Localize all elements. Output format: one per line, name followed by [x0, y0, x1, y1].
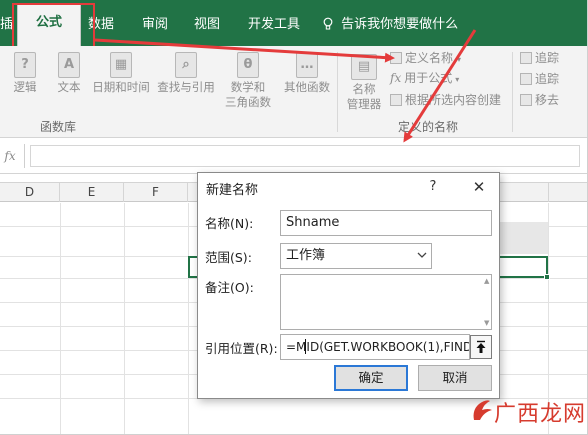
date-time-label: 日期和时间 [92, 80, 150, 94]
date-time-functions-button[interactable]: ▦ 日期和时间 [90, 52, 152, 95]
comment-textarea[interactable] [280, 274, 492, 330]
define-name-button[interactable]: 定义名称 ▾ [390, 49, 461, 69]
function-library-group-label: 函数库 [40, 120, 77, 134]
name-input[interactable]: Shname [280, 210, 492, 236]
scope-select[interactable]: 工作簿 [280, 243, 431, 269]
remove-arrows-label: 移去 [535, 93, 560, 107]
more-functions-button[interactable]: … 其他函数 [282, 52, 332, 95]
theta-icon: θ [237, 52, 259, 78]
scroll-up-icon[interactable]: ▲ [484, 277, 496, 285]
refers-to-input[interactable]: =MID(GET.WORKBOOK(1),FIND [280, 334, 470, 360]
refers-to-text-before-caret: =M [286, 340, 307, 354]
name-manager-icon: ▤ [351, 54, 377, 80]
ribbon-body: ? 逻辑 A 文本 ▦ 日期和时间 ⌕ 查找与引用 θ 数学和 三角函数 … 其… [0, 46, 587, 138]
formula-bar: fx [0, 138, 587, 174]
watermark: 广西龙网 [470, 392, 585, 430]
lookup-label: 查找与引用 [157, 80, 215, 94]
text-icon: A [58, 52, 80, 78]
scope-label: 范围(S): [205, 250, 252, 265]
define-name-label: 定义名称 [405, 51, 454, 65]
tell-me-text: 告诉我你想要做什么 [341, 17, 459, 32]
defined-names-group-label: 定义的名称 [398, 120, 459, 134]
more-functions-icon: … [296, 52, 318, 78]
formula-input[interactable] [30, 145, 580, 167]
text-label: 文本 [57, 80, 81, 94]
help-icon[interactable]: ? [424, 177, 442, 197]
ok-button[interactable]: 确定 [334, 365, 408, 391]
lookup-icon: ⌕ [175, 52, 197, 78]
text-functions-button[interactable]: A 文本 [52, 52, 86, 95]
watermark-logo-icon [473, 400, 492, 420]
scope-dropdown-button[interactable] [413, 243, 432, 269]
chevron-down-icon: ▾ [457, 55, 462, 64]
refers-to-label: 引用位置(R): [205, 341, 278, 356]
formula-bar-separator [24, 144, 25, 168]
lookup-reference-button[interactable]: ⌕ 查找与引用 [155, 52, 217, 95]
tab-review[interactable]: 审阅 [142, 14, 168, 36]
cancel-button[interactable]: 取消 [418, 365, 492, 391]
tab-developer[interactable]: 开发工具 [248, 14, 300, 36]
column-line [124, 203, 125, 434]
logical-icon: ? [14, 52, 36, 78]
column-header-d[interactable]: D [0, 183, 60, 202]
lightbulb-icon [323, 16, 333, 30]
arrow-up-icon [476, 340, 486, 353]
define-name-icon [390, 52, 402, 64]
column-header-f[interactable]: F [124, 183, 188, 202]
close-icon[interactable]: ✕ [470, 177, 488, 197]
trace-precedents-button[interactable]: 追踪 [520, 49, 559, 67]
math-label: 数学和 [230, 80, 266, 94]
column-line [60, 203, 61, 434]
excel-window: 插 公式 数据 审阅 视图 开发工具 告诉我你想要做什么 ? 逻辑 A 文本 ▦… [0, 0, 588, 435]
create-from-selection-label: 根据所选内容创建 [405, 93, 502, 107]
remove-arrows-button[interactable]: 移去 [520, 91, 559, 109]
trace-icon [520, 73, 532, 85]
ribbon-separator [512, 52, 513, 132]
create-from-selection-icon [390, 94, 402, 106]
comment-label: 备注(O): [205, 280, 254, 295]
name-manager-label2: 管理器 [346, 97, 382, 111]
name-manager-label: 名称 [352, 82, 376, 96]
insert-function-icon[interactable]: fx [0, 146, 20, 166]
refers-to-text-after-caret: ID(GET.WORKBOOK(1),FIND [306, 340, 470, 354]
create-from-selection-button[interactable]: 根据所选内容创建 [390, 91, 501, 109]
dialog-title: 新建名称 [206, 183, 259, 198]
fill-handle[interactable] [544, 274, 550, 280]
tab-view[interactable]: 视图 [194, 14, 220, 36]
trace-dependents-label: 追踪 [535, 72, 560, 86]
new-name-dialog: 新建名称 ? ✕ 名称(N): Shname 范围(S): 工作簿 备注(O):… [197, 172, 500, 399]
trace-icon [520, 52, 532, 64]
column-header-e[interactable]: E [60, 183, 124, 202]
fx-icon: 𝑓x [390, 71, 402, 85]
trig-label: 三角函数 [225, 95, 271, 109]
trace-dependents-button[interactable]: 追踪 [520, 70, 559, 88]
remove-arrows-icon [520, 94, 532, 106]
trace-precedents-label: 追踪 [535, 51, 560, 65]
watermark-text: 广西龙网 [494, 402, 587, 427]
logical-label: 逻辑 [13, 80, 37, 94]
tell-me-search[interactable]: 告诉我你想要做什么 [323, 14, 458, 36]
chevron-down-icon [417, 252, 427, 258]
logical-functions-button[interactable]: ? 逻辑 [8, 52, 42, 95]
more-functions-label: 其他函数 [284, 80, 330, 94]
scroll-down-icon[interactable]: ▼ [484, 319, 496, 327]
use-in-formula-button[interactable]: 𝑓x 用于公式 ▾ [390, 69, 459, 89]
use-in-formula-label: 用于公式 [404, 71, 453, 85]
column-line [188, 203, 189, 434]
chevron-down-icon: ▾ [455, 75, 460, 84]
ribbon-separator [337, 52, 338, 132]
column-header-next [548, 183, 587, 202]
collapse-dialog-button[interactable] [470, 335, 492, 359]
name-manager-button[interactable]: ▤ 名称 管理器 [342, 54, 386, 112]
calendar-icon: ▦ [110, 52, 132, 78]
name-label: 名称(N): [205, 216, 254, 231]
math-trig-button[interactable]: θ 数学和 三角函数 [220, 52, 276, 110]
